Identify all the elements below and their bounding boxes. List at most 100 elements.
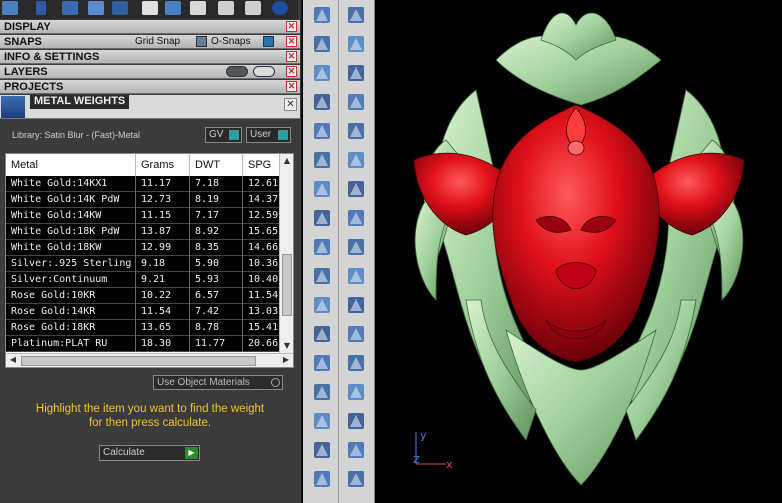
- use-object-materials-option[interactable]: Use Object Materials: [153, 375, 283, 390]
- grid-snap-label[interactable]: Grid Snap: [135, 35, 180, 49]
- ruler-icon[interactable]: [345, 352, 367, 374]
- table-cell: 12.61: [243, 176, 283, 192]
- table-row[interactable]: Rose Gold:14KR 11.54 7.42 13.03: [6, 304, 283, 320]
- flag-icon[interactable]: [88, 1, 104, 15]
- table-cell: 7.18: [190, 176, 243, 192]
- close-icon[interactable]: ✕: [286, 21, 297, 32]
- table-cell: Platinum:PLAT RU: [6, 336, 136, 352]
- table-row[interactable]: Rose Gold:10KR 10.22 6.57 11.54: [6, 288, 283, 304]
- radio-icon[interactable]: [271, 378, 280, 387]
- bubble-icon[interactable]: [345, 236, 367, 258]
- scroll-left-icon[interactable]: ◀: [8, 355, 18, 364]
- pyramid-icon[interactable]: [345, 468, 367, 490]
- curve-icon[interactable]: [36, 1, 46, 15]
- section-layers[interactable]: LAYERS ✕: [0, 65, 300, 79]
- sweep-icon[interactable]: [345, 91, 367, 113]
- grid-icon[interactable]: [311, 410, 333, 432]
- o-snaps-label[interactable]: O-Snaps: [211, 35, 250, 49]
- calculate-button[interactable]: Calculate ▶: [99, 445, 200, 461]
- close-icon[interactable]: ✕: [286, 51, 297, 62]
- scroll-down-icon[interactable]: ▼: [282, 341, 292, 351]
- plane-icon[interactable]: [345, 149, 367, 171]
- column-header-metal[interactable]: Metal: [6, 154, 136, 176]
- close-icon[interactable]: ✕: [286, 66, 297, 77]
- flip-icon[interactable]: [345, 178, 367, 200]
- table-row[interactable]: White Gold:18KW 12.99 8.35 14.66: [6, 240, 283, 256]
- cylinder-icon[interactable]: [311, 149, 333, 171]
- array-icon[interactable]: [311, 323, 333, 345]
- scroll-right-icon[interactable]: ▶: [281, 355, 291, 364]
- table-row[interactable]: White Gold:14K PdW 12.73 8.19 14.37: [6, 192, 283, 208]
- close-icon[interactable]: ✕: [286, 81, 297, 92]
- table-row[interactable]: Platinum:PLAT RU 18.30 11.77 20.66: [6, 336, 283, 352]
- close-icon[interactable]: ✕: [286, 36, 297, 47]
- table-row[interactable]: Rose Gold:18KR 13.65 8.78 15.41: [6, 320, 283, 336]
- arc-icon[interactable]: [345, 62, 367, 84]
- points-icon[interactable]: [62, 1, 78, 15]
- column-header-dwt[interactable]: DWT: [190, 154, 243, 176]
- rope-icon[interactable]: [345, 410, 367, 432]
- cut-icon[interactable]: [311, 352, 333, 374]
- text-icon[interactable]: [311, 294, 333, 316]
- user-toggle[interactable]: User: [246, 127, 291, 143]
- scale-icon[interactable]: [345, 323, 367, 345]
- move-icon[interactable]: [112, 1, 128, 15]
- gv-toggle-indicator: [229, 130, 239, 140]
- table-cell: 7.17: [190, 208, 243, 224]
- select-icon[interactable]: [311, 4, 333, 26]
- o-snaps-toggle[interactable]: [263, 36, 274, 47]
- gv-toggle[interactable]: GV: [205, 127, 242, 143]
- metal-weights-table[interactable]: Metal Grams DWT SPG White Gold:14KX1 11.1…: [5, 153, 294, 368]
- section-projects[interactable]: PROJECTS ✕: [0, 80, 300, 94]
- table-row[interactable]: Silver:.925 Sterling 9.18 5.90 10.36: [6, 256, 283, 272]
- section-display[interactable]: DISPLAY ✕: [0, 20, 300, 34]
- grid-snap-toggle[interactable]: [196, 36, 207, 47]
- close-icon[interactable]: ✕: [284, 98, 297, 111]
- eye-icon[interactable]: [253, 66, 275, 77]
- lasso-icon[interactable]: [345, 4, 367, 26]
- shape-icon[interactable]: [311, 468, 333, 490]
- scroll-thumb[interactable]: [282, 254, 292, 316]
- table-cell: 11.15: [136, 208, 190, 224]
- play-icon[interactable]: ▶: [185, 447, 198, 459]
- mesh-icon[interactable]: [345, 381, 367, 403]
- box-icon[interactable]: [311, 120, 333, 142]
- vertical-scrollbar[interactable]: ▲ ▼: [279, 154, 293, 353]
- gem-icon[interactable]: [218, 1, 234, 15]
- layers-icon[interactable]: [311, 439, 333, 461]
- circle-icon[interactable]: [272, 1, 288, 15]
- horizontal-scrollbar[interactable]: ◀ ▶: [6, 353, 293, 367]
- scroll-up-icon[interactable]: ▲: [282, 156, 292, 166]
- cube-icon[interactable]: [2, 1, 18, 15]
- rectangle-icon[interactable]: [345, 33, 367, 55]
- column-header-grams[interactable]: Grams: [136, 154, 190, 176]
- offset-icon[interactable]: [345, 294, 367, 316]
- link-icon[interactable]: [190, 1, 206, 15]
- polygon-icon[interactable]: [311, 62, 333, 84]
- column-header-spg[interactable]: SPG: [243, 154, 283, 176]
- spline-icon[interactable]: [345, 265, 367, 287]
- scroll-thumb[interactable]: [21, 356, 256, 366]
- export-icon[interactable]: [142, 1, 158, 15]
- boolean-icon[interactable]: [311, 236, 333, 258]
- fan-icon[interactable]: [165, 1, 181, 15]
- split-icon[interactable]: [345, 207, 367, 229]
- curve-icon[interactable]: [311, 265, 333, 287]
- extrude-icon[interactable]: [311, 207, 333, 229]
- check-icon[interactable]: [345, 439, 367, 461]
- table-row[interactable]: White Gold:14KX1 11.17 7.18 12.61: [6, 176, 283, 192]
- ring-icon[interactable]: [245, 1, 261, 15]
- solid-icon[interactable]: [311, 381, 333, 403]
- 3d-viewport[interactable]: y Z x: [376, 0, 782, 503]
- table-row[interactable]: White Gold:18K PdW 13.87 8.92 15.65: [6, 224, 283, 240]
- table-row[interactable]: Silver:Continuum 9.21 5.93 10.40: [6, 272, 283, 288]
- layer-visibility-icon[interactable]: [226, 66, 248, 77]
- sphere-icon[interactable]: [345, 120, 367, 142]
- transform-icon[interactable]: [311, 91, 333, 113]
- section-info-settings[interactable]: INFO & SETTINGS ✕: [0, 50, 300, 64]
- table-row[interactable]: White Gold:14KW 11.15 7.17 12.59: [6, 208, 283, 224]
- polyline-icon[interactable]: [311, 33, 333, 55]
- gear-icon[interactable]: [311, 178, 333, 200]
- table-cell: 14.66: [243, 240, 283, 256]
- section-snaps[interactable]: SNAPS Grid Snap O-Snaps ✕: [0, 35, 300, 49]
